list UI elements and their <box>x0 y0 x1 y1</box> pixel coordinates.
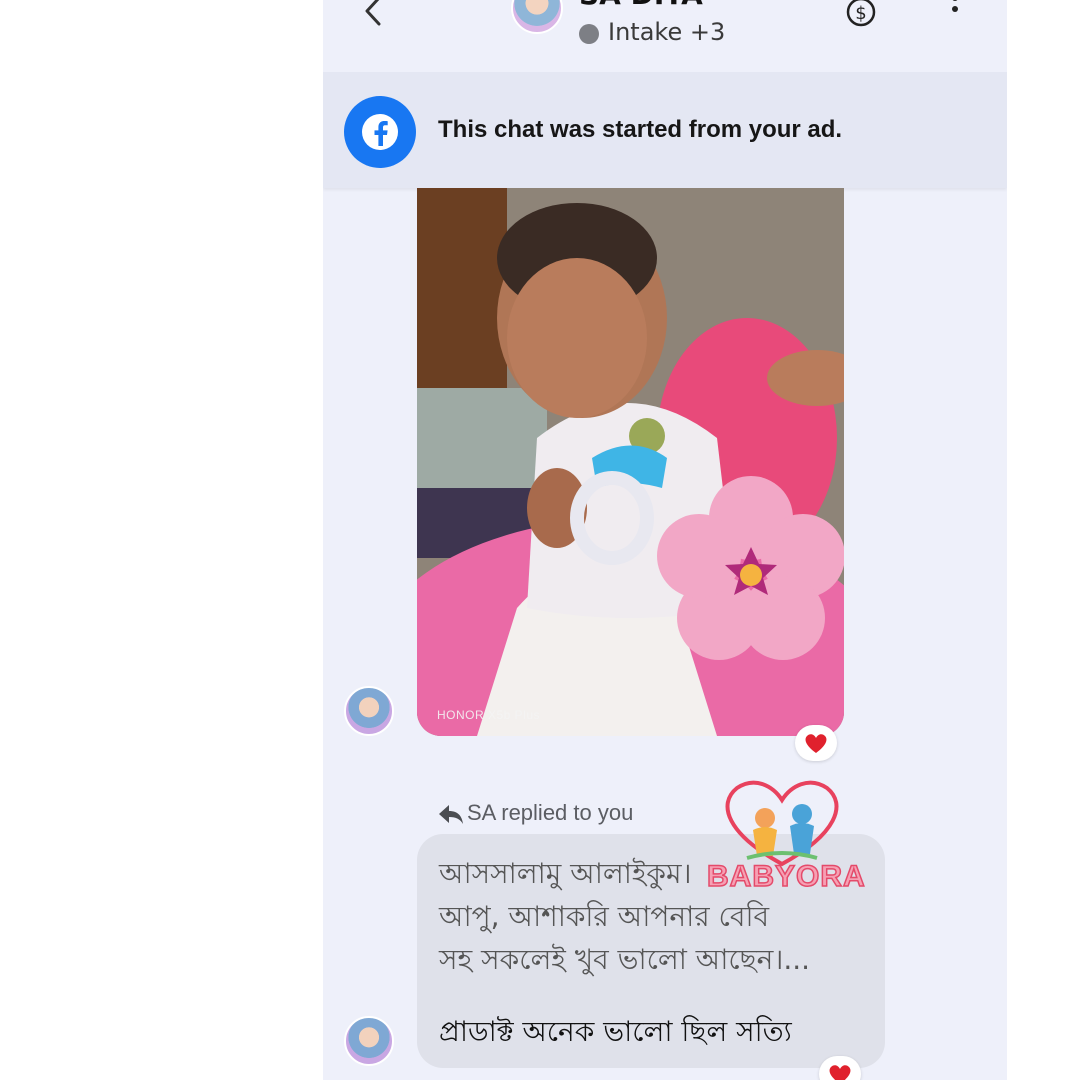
heart-icon <box>805 734 827 753</box>
brand-logo-icon <box>725 780 839 867</box>
more-options-icon[interactable] <box>943 0 967 26</box>
contact-avatar[interactable] <box>511 0 563 34</box>
chat-header: SA DITA Intake +3 $ <box>323 0 1007 72</box>
ad-origin-banner: This chat was started from your ad. <box>323 72 1007 188</box>
camera-watermark: HONOR X5b Plus <box>437 708 541 722</box>
back-arrow-icon[interactable] <box>359 0 389 30</box>
contact-labels[interactable]: Intake +3 <box>608 18 725 46</box>
dollar-icon[interactable]: $ <box>845 0 877 28</box>
sender-avatar[interactable] <box>344 686 394 736</box>
message-text: প্রাডাক্ট অনেক ভালো ছিল সত্যি <box>439 1015 792 1048</box>
sender-avatar-2[interactable] <box>344 1016 394 1066</box>
photo-attachment[interactable]: HONOR X5b Plus <box>417 188 844 736</box>
heart-reaction[interactable] <box>795 725 837 761</box>
chat-screen: SA DITA Intake +3 $ This chat was starte… <box>323 0 1007 1080</box>
baby-photo <box>417 188 844 736</box>
svg-text:$: $ <box>855 3 866 24</box>
ad-banner-text: This chat was started from your ad. <box>438 116 843 143</box>
reply-label: SA replied to you <box>467 800 634 825</box>
babyora-watermark-logo: BABYORA <box>706 774 887 904</box>
brand-name: BABYORA <box>706 859 866 894</box>
status-dot-icon <box>579 24 599 44</box>
heart-icon <box>829 1065 851 1080</box>
heart-reaction-2[interactable] <box>819 1056 861 1080</box>
facebook-icon <box>344 96 416 168</box>
reply-arrow-icon <box>439 805 463 824</box>
contact-name[interactable]: SA DITA <box>579 0 703 11</box>
